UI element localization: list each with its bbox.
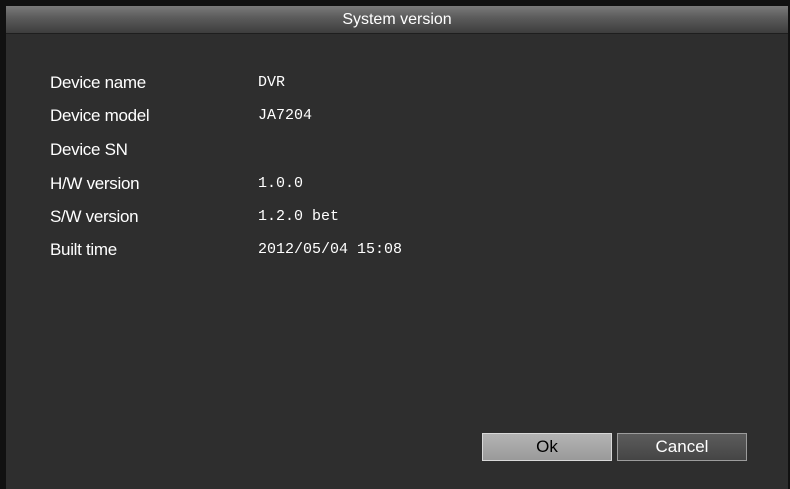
info-row-device-model: Device model JA7204 xyxy=(50,104,650,128)
sw-version-value: 1.2.0 bet xyxy=(258,208,340,225)
system-version-dialog: System version Device name DVR Device mo… xyxy=(6,6,788,489)
hw-version-label: H/W version xyxy=(50,174,140,193)
info-row-built-time: Built time 2012/05/04 15:08 xyxy=(50,238,650,262)
ok-button[interactable]: Ok xyxy=(482,433,612,461)
built-time-value: 2012/05/04 15:08 xyxy=(258,241,403,258)
cancel-button[interactable]: Cancel xyxy=(617,433,747,461)
dialog-title-bar[interactable]: System version xyxy=(6,6,788,34)
device-model-label: Device model xyxy=(50,106,150,125)
sw-version-label: S/W version xyxy=(50,207,139,226)
dialog-title: System version xyxy=(342,11,452,28)
device-model-value: JA7204 xyxy=(258,107,313,124)
info-row-device-sn: Device SN xyxy=(50,138,650,162)
info-row-hw-version: H/W version 1.0.0 xyxy=(50,172,650,196)
device-sn-label: Device SN xyxy=(50,140,128,159)
device-name-value: DVR xyxy=(258,74,286,91)
info-row-sw-version: S/W version 1.2.0 bet xyxy=(50,205,650,229)
device-name-label: Device name xyxy=(50,73,146,92)
hw-version-value: 1.0.0 xyxy=(258,175,304,192)
built-time-label: Built time xyxy=(50,240,117,259)
info-row-device-name: Device name DVR xyxy=(50,71,650,95)
